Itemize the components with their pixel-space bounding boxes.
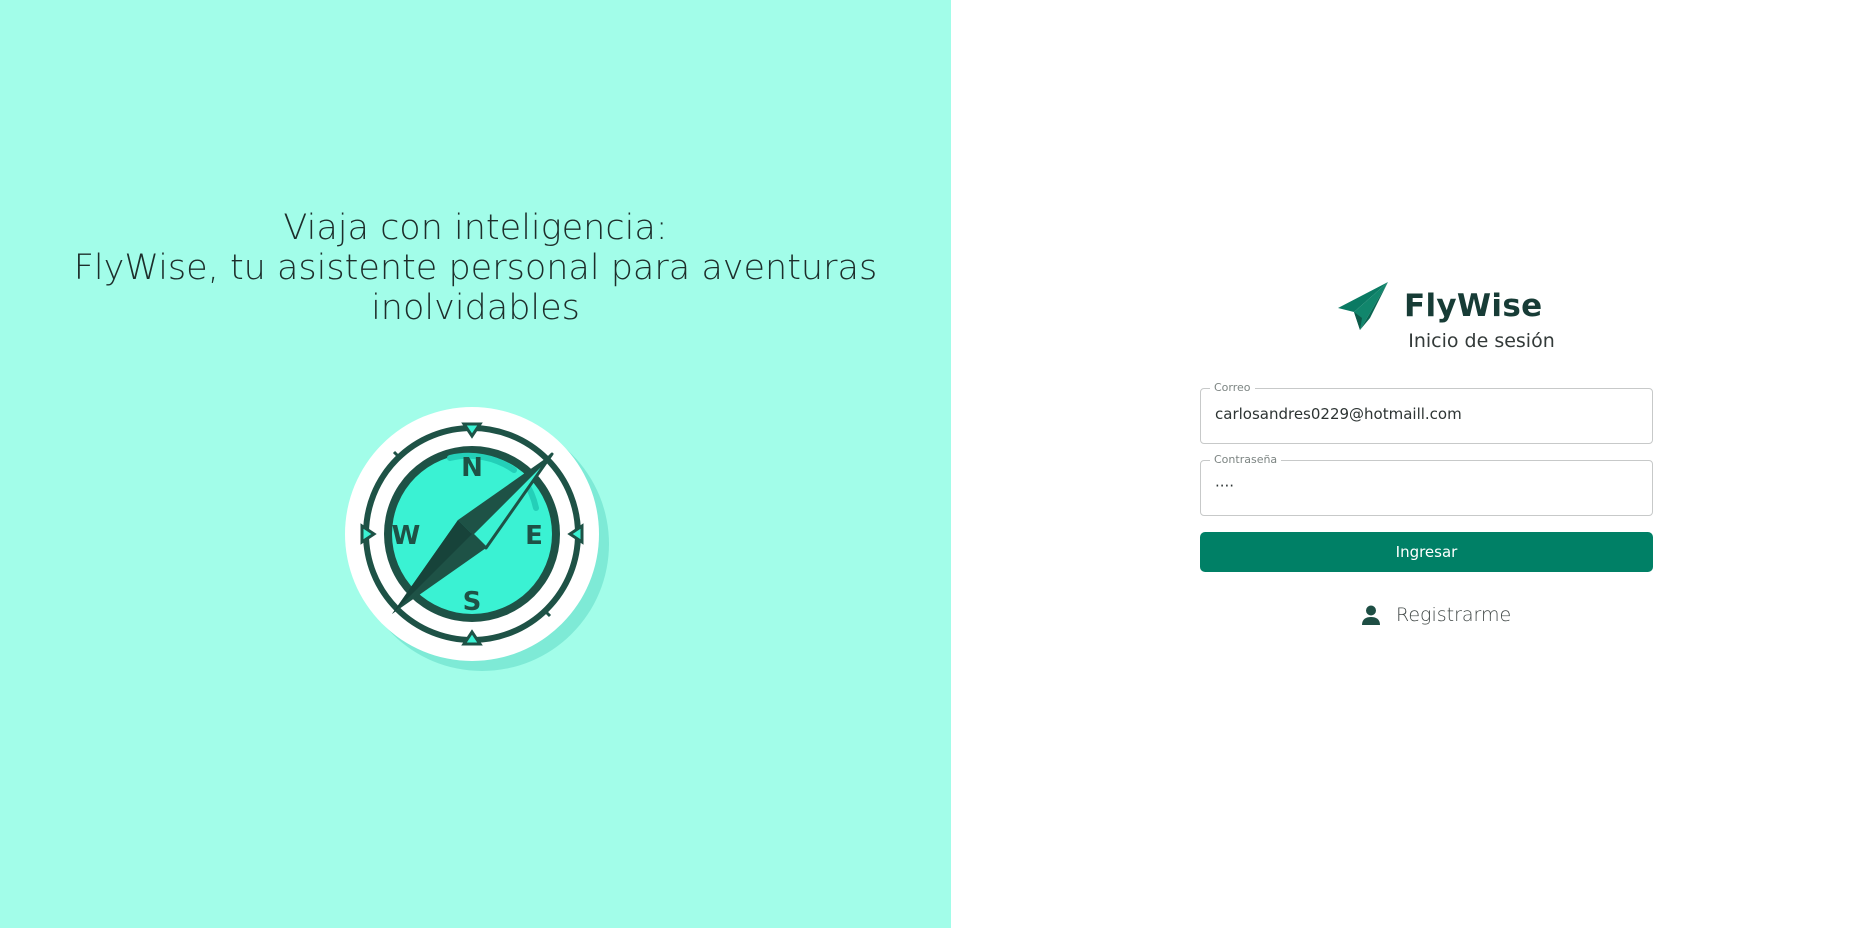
password-field: Contraseña	[1200, 453, 1653, 516]
login-page: Viaja con inteligencia: FlyWise, tu asis…	[0, 0, 1864, 928]
hero-panel: Viaja con inteligencia: FlyWise, tu asis…	[0, 0, 951, 928]
register-link[interactable]: Registrarme	[1360, 604, 1511, 626]
email-field: Correo	[1200, 381, 1653, 444]
compass-south-label: S	[463, 587, 482, 617]
compass-north-label: N	[461, 453, 483, 483]
brand-header: FlyWise	[1336, 280, 1542, 332]
paper-plane-icon	[1338, 282, 1388, 330]
email-label: Correo	[1210, 381, 1255, 395]
email-input[interactable]	[1215, 405, 1635, 423]
tagline-line-2: FlyWise, tu asistente personal para aven…	[73, 248, 878, 288]
password-label: Contraseña	[1210, 453, 1282, 467]
brand-name: FlyWise	[1404, 288, 1543, 324]
login-submit-button[interactable]: Ingresar	[1200, 532, 1653, 572]
login-subtitle-text: Inicio de sesión	[1408, 330, 1555, 352]
compass-east-label: E	[525, 521, 543, 551]
hero-tagline: Viaja con inteligencia: FlyWise, tu asis…	[0, 208, 951, 328]
login-subtitle: Inicio de sesión	[951, 330, 1864, 352]
password-input[interactable]	[1215, 477, 1635, 495]
user-icon	[1362, 605, 1380, 625]
compass-west-label: W	[392, 521, 421, 551]
login-panel: FlyWise Inicio de sesión Correo Contrase…	[951, 0, 1864, 928]
tagline-line-1: Viaja con inteligencia:	[283, 208, 668, 248]
register-label: Registrarme	[1396, 604, 1512, 626]
tagline-line-3: inolvidables	[371, 288, 580, 328]
compass-icon: N S E W	[345, 407, 609, 671]
